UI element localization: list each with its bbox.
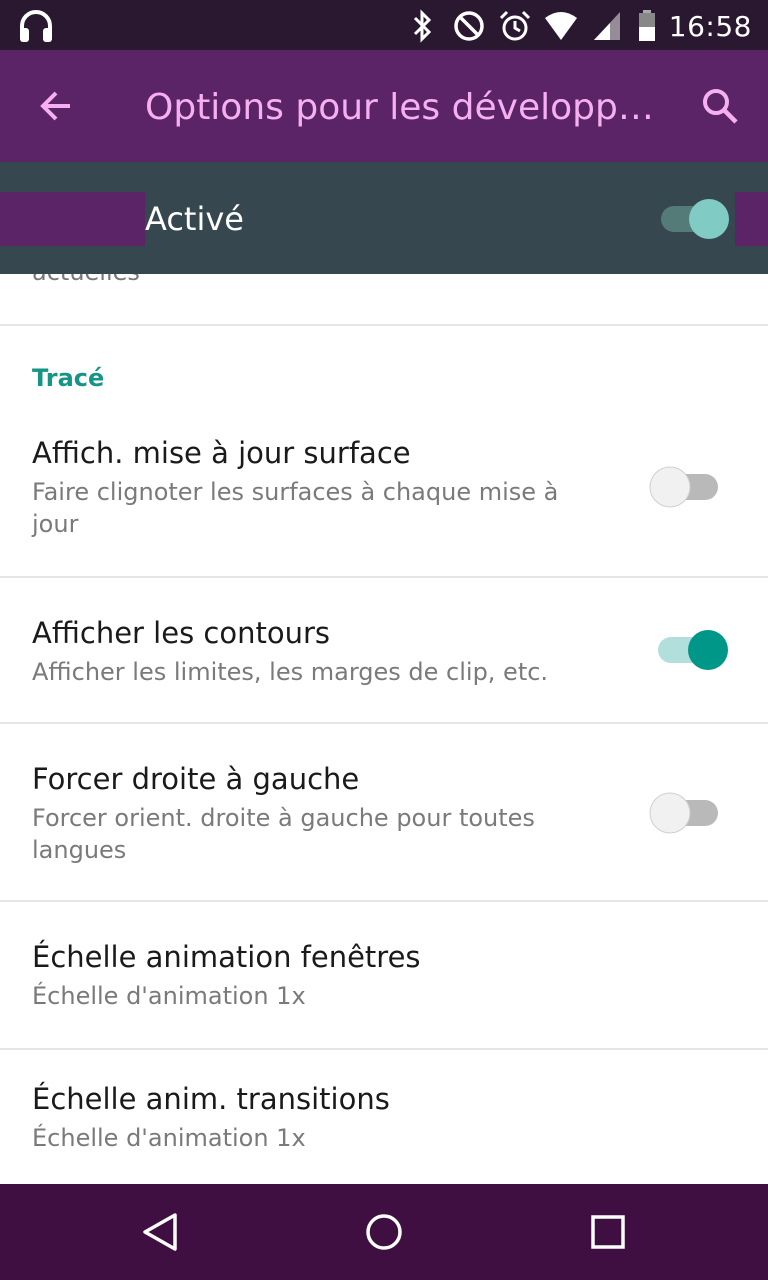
section-title: Tracé <box>32 364 105 392</box>
list-item-summary: Faire clignoter les surfaces à chaque mi… <box>32 478 559 538</box>
list-item-title: Échelle anim. transitions <box>32 1082 390 1116</box>
battery-icon <box>635 8 659 44</box>
list-item-summary: Afficher les limites, les marges de clip… <box>32 658 549 686</box>
list-item-window-animation-scale[interactable]: Échelle animation fenêtres Échelle d'ani… <box>0 902 768 1048</box>
list-item-summary: Échelle d'animation 1x <box>32 1124 306 1152</box>
nav-home-button[interactable] <box>324 1184 444 1280</box>
list-item-title: Affich. mise à jour surface <box>32 436 411 470</box>
switch-off[interactable] <box>642 787 734 839</box>
list-item-force-rtl[interactable]: Forcer droite à gauche Forcer orient. dr… <box>0 724 768 900</box>
list-item-surface-updates[interactable]: Affich. mise à jour surface Faire cligno… <box>0 398 768 576</box>
app-bar: Options pour les développ… <box>0 50 768 162</box>
list-item-transition-animation-scale[interactable]: Échelle anim. transitions Échelle d'anim… <box>0 1050 768 1184</box>
back-triangle-icon <box>143 1213 177 1251</box>
page-title: Options pour les développ… <box>145 87 654 128</box>
search-icon <box>703 89 738 124</box>
do-not-disturb-icon <box>451 8 487 44</box>
navigation-bar <box>0 1184 768 1280</box>
list-item-summary: Forcer orient. droite à gauche pour tout… <box>32 804 535 864</box>
signal-icon <box>589 8 625 44</box>
master-switch-toggle[interactable] <box>655 196 735 242</box>
bluetooth-icon <box>405 8 441 44</box>
back-arrow-icon <box>40 91 70 121</box>
nav-back-button[interactable] <box>100 1184 220 1280</box>
master-switch-label: Activé <box>145 200 244 238</box>
divider <box>0 324 768 326</box>
list-item-title: Afficher les contours <box>32 616 331 650</box>
alarm-icon <box>497 8 533 44</box>
home-circle-icon <box>366 1214 402 1250</box>
nav-recents-button[interactable] <box>548 1184 668 1280</box>
master-switch-bar[interactable]: Activé <box>0 162 768 274</box>
switch-off[interactable] <box>642 461 734 513</box>
recents-square-icon <box>591 1215 625 1249</box>
list-item-summary: Échelle d'animation 1x <box>32 982 306 1010</box>
status-bar: 16:58 <box>0 0 768 50</box>
list-item-title: Forcer droite à gauche <box>32 762 360 796</box>
back-button[interactable] <box>0 50 112 162</box>
headphones-icon <box>16 8 56 44</box>
list-item-layout-bounds[interactable]: Afficher les contours Afficher les limit… <box>0 578 768 722</box>
settings-list[interactable]: actuelles Tracé Affich. mise à jour surf… <box>0 274 768 1184</box>
list-item-summary: actuelles <box>32 274 140 286</box>
wifi-icon <box>543 8 579 44</box>
list-item-title: Échelle animation fenêtres <box>32 940 421 974</box>
clock: 16:58 <box>668 9 752 43</box>
switch-on[interactable] <box>642 624 734 676</box>
search-button[interactable] <box>672 50 768 162</box>
